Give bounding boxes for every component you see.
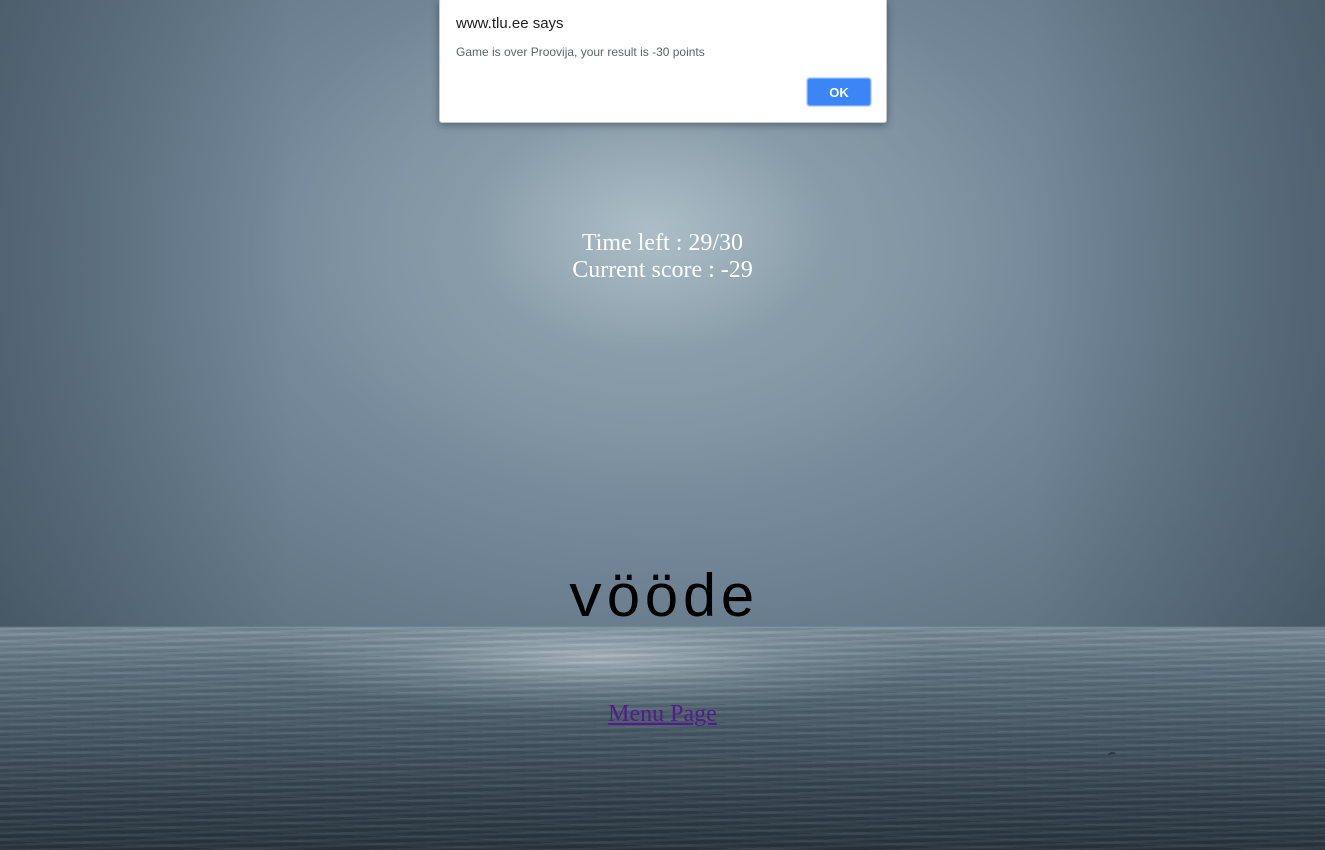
alert-dialog: www.tlu.ee says Game is over Proovija, y…	[439, 0, 887, 123]
ok-button[interactable]: OK	[807, 78, 871, 106]
game-stats: Time left : 29/30 Current score : -29	[0, 230, 1325, 284]
time-left-text: Time left : 29/30	[581, 230, 744, 256]
game-word: vööde	[567, 567, 758, 635]
menu-page-link[interactable]: Menu Page	[608, 701, 717, 727]
current-score-text: Current score : -29	[572, 257, 753, 283]
sea-water	[0, 628, 1325, 850]
dialog-message: Game is over Proovija, your result is -3…	[456, 45, 705, 59]
dialog-title: www.tlu.ee says	[456, 15, 564, 32]
menu-link-container: Menu Page	[0, 700, 1325, 728]
